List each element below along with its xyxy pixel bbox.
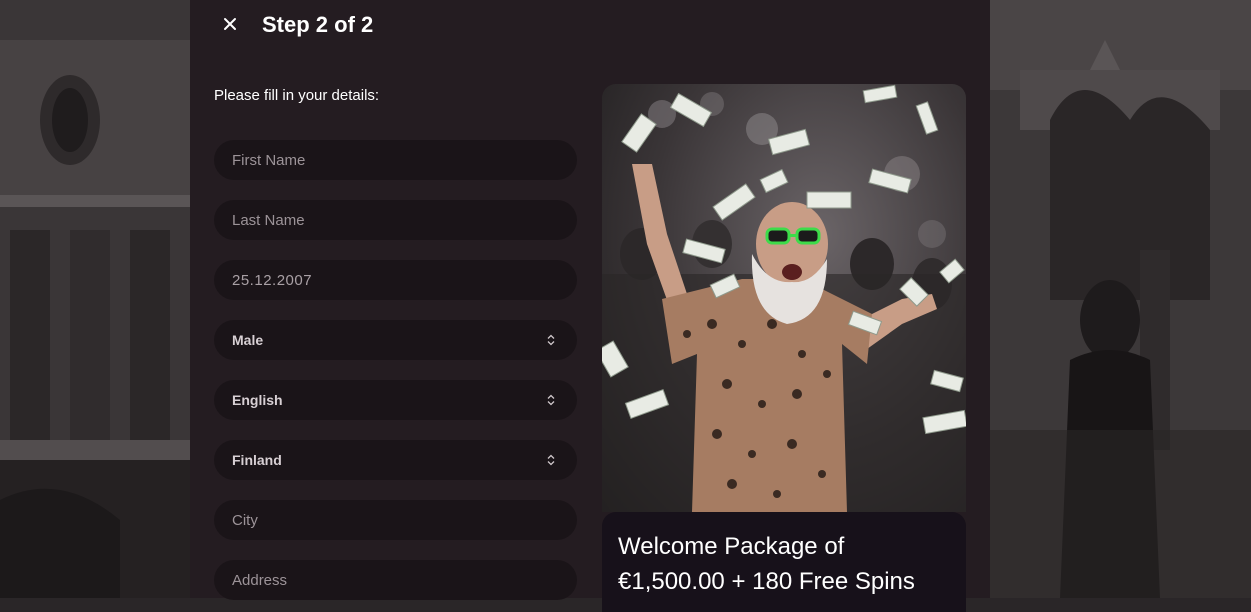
promo-title-line-2: €1,500.00 + 180 Free Spins (618, 568, 915, 595)
birth-date-value: 25.12.2007 (232, 271, 313, 289)
gender-selected-value: Male (232, 332, 264, 348)
step-title: Step 2 of 2 (262, 12, 374, 37)
background-left (0, 0, 190, 598)
promo-caption: Welcome Package of €1,500.00 + 180 Free … (602, 512, 966, 612)
form-intro-text: Please fill in your details: (214, 87, 380, 104)
city-field[interactable]: City (214, 500, 577, 540)
select-chevrons-icon (547, 394, 555, 406)
registration-modal: Step 2 of 2 Please fill in your details:… (190, 0, 990, 612)
close-button[interactable] (220, 14, 240, 34)
country-selected-value: Finland (232, 452, 282, 468)
first-name-field[interactable]: First Name (214, 140, 577, 180)
celebrating-man-illustration (602, 84, 966, 512)
building-facade-illustration (0, 0, 190, 598)
gender-select[interactable]: Male (214, 320, 577, 360)
promo-title-line-1: Welcome Package of (618, 533, 845, 560)
background-right (990, 0, 1251, 598)
promo-image (602, 84, 966, 512)
city-placeholder: City (232, 511, 258, 529)
address-placeholder: Address (232, 571, 288, 589)
casino-scene-illustration (990, 0, 1251, 598)
address-field[interactable]: Address (214, 560, 577, 600)
last-name-placeholder: Last Name (232, 211, 305, 229)
first-name-placeholder: First Name (232, 151, 306, 169)
birth-date-field[interactable]: 25.12.2007 (214, 260, 577, 300)
select-chevrons-icon (547, 334, 555, 346)
language-select[interactable]: English (214, 380, 577, 420)
select-chevrons-icon (547, 454, 555, 466)
last-name-field[interactable]: Last Name (214, 200, 577, 240)
country-select[interactable]: Finland (214, 440, 577, 480)
language-selected-value: English (232, 392, 283, 408)
close-icon (224, 18, 236, 30)
